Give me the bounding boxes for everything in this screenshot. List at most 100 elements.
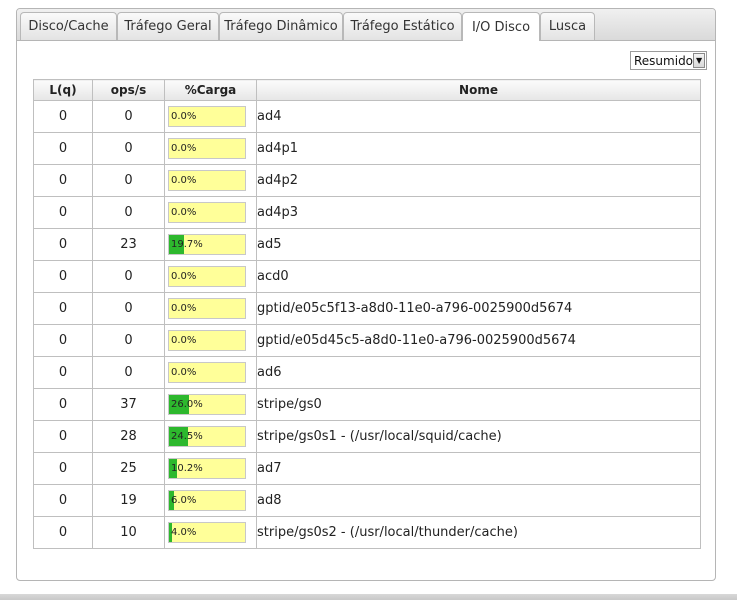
disk-io-panel: Disco/Cache Tráfego Geral Tráfego Dinâmi… [16, 8, 716, 581]
ops-per-second-cell: 19 [92, 484, 165, 517]
load-percent-label: 6.0% [171, 495, 197, 506]
queue-length-cell: 0 [33, 100, 93, 133]
table-row: 0 23 19.7% ad5 [33, 228, 701, 261]
tab-trafego-geral[interactable]: Tráfego Geral [117, 12, 219, 40]
disk-io-table: L(q) ops/s %Carga Nome 0 0 0.0% ad4 0 0 0.0% ad… [33, 79, 701, 549]
load-cell: 19.7% [164, 228, 257, 261]
ops-per-second-cell: 0 [92, 260, 165, 293]
table-row: 0 0 0.0% ad4p2 [33, 164, 701, 197]
load-bar: 0.0% [168, 298, 246, 319]
ops-per-second-cell: 25 [92, 452, 165, 485]
column-header-name[interactable]: Nome [256, 79, 701, 101]
load-bar: 0.0% [168, 362, 246, 383]
ops-per-second-cell: 0 [92, 100, 165, 133]
view-mode-value: Resumido [634, 53, 694, 68]
device-name-cell: gptid/e05c5f13-a8d0-11e0-a796-0025900d56… [256, 292, 701, 325]
tab-disco-cache[interactable]: Disco/Cache [20, 12, 117, 40]
load-cell: 6.0% [164, 484, 257, 517]
table-row: 0 0 0.0% ad4 [33, 100, 701, 133]
column-header-load[interactable]: %Carga [164, 79, 257, 101]
queue-length-cell: 0 [33, 356, 93, 389]
queue-length-cell: 0 [33, 516, 93, 549]
queue-length-cell: 0 [33, 228, 93, 261]
load-bar: 4.0% [168, 522, 246, 543]
load-percent-label: 0.0% [171, 367, 197, 378]
ops-per-second-cell: 0 [92, 196, 165, 229]
device-name-cell: stripe/gs0s2 - (/usr/local/thunder/cache… [256, 516, 701, 549]
load-bar: 26.0% [168, 394, 246, 415]
queue-length-cell: 0 [33, 324, 93, 357]
load-percent-label: 10.2% [171, 463, 203, 474]
device-name-cell: stripe/gs0 [256, 388, 701, 421]
load-percent-label: 19.7% [171, 239, 203, 250]
load-cell: 0.0% [164, 132, 257, 165]
ops-per-second-cell: 0 [92, 324, 165, 357]
load-percent-label: 4.0% [171, 527, 197, 538]
table-row: 0 0 0.0% ad4p3 [33, 196, 701, 229]
load-bar: 0.0% [168, 138, 246, 159]
load-percent-label: 26.0% [171, 399, 203, 410]
device-name-cell: ad4p1 [256, 132, 701, 165]
table-row: 0 37 26.0% stripe/gs0 [33, 388, 701, 421]
load-percent-label: 0.0% [171, 111, 197, 122]
queue-length-cell: 0 [33, 196, 93, 229]
queue-length-cell: 0 [33, 484, 93, 517]
tab-trafego-dinamico[interactable]: Tráfego Dinâmico [219, 12, 343, 40]
tab-io-disco[interactable]: I/O Disco [462, 12, 540, 41]
queue-length-cell: 0 [33, 260, 93, 293]
ops-per-second-cell: 28 [92, 420, 165, 453]
view-mode-select[interactable]: Resumido ▼ [630, 51, 707, 70]
load-cell: 0.0% [164, 356, 257, 389]
load-percent-label: 24.5% [171, 431, 203, 442]
queue-length-cell: 0 [33, 132, 93, 165]
load-cell: 4.0% [164, 516, 257, 549]
load-cell: 10.2% [164, 452, 257, 485]
ops-per-second-cell: 0 [92, 164, 165, 197]
ops-per-second-cell: 10 [92, 516, 165, 549]
column-header-lq[interactable]: L(q) [33, 79, 93, 101]
load-bar: 0.0% [168, 170, 246, 191]
queue-length-cell: 0 [33, 164, 93, 197]
load-percent-label: 0.0% [171, 335, 197, 346]
device-name-cell: ad8 [256, 484, 701, 517]
table-body: 0 0 0.0% ad4 0 0 0.0% ad4p1 0 0 0.0% ad4p2 0 0 0.0% ad4… [33, 100, 701, 549]
table-row: 0 28 24.5% stripe/gs0s1 - (/usr/local/squid… [33, 420, 701, 453]
queue-length-cell: 0 [33, 292, 93, 325]
load-bar: 24.5% [168, 426, 246, 447]
load-bar: 10.2% [168, 458, 246, 479]
table-row: 0 19 6.0% ad8 [33, 484, 701, 517]
load-cell: 0.0% [164, 260, 257, 293]
queue-length-cell: 0 [33, 420, 93, 453]
ops-per-second-cell: 0 [92, 356, 165, 389]
load-cell: 0.0% [164, 100, 257, 133]
table-header-row: L(q) ops/s %Carga Nome [33, 79, 701, 101]
device-name-cell: ad6 [256, 356, 701, 389]
ops-per-second-cell: 0 [92, 292, 165, 325]
table-row: 0 10 4.0% stripe/gs0s2 - (/usr/local/thunde… [33, 516, 701, 549]
load-bar: 6.0% [168, 490, 246, 511]
device-name-cell: stripe/gs0s1 - (/usr/local/squid/cache) [256, 420, 701, 453]
table-row: 0 0 0.0% acd0 [33, 260, 701, 293]
load-percent-label: 0.0% [171, 271, 197, 282]
queue-length-cell: 0 [33, 452, 93, 485]
tab-lusca[interactable]: Lusca [540, 12, 595, 40]
load-percent-label: 0.0% [171, 175, 197, 186]
device-name-cell: ad4p3 [256, 196, 701, 229]
table-row: 0 0 0.0% gptid/e05d45c5-a8d0-11e0-a796-0025… [33, 324, 701, 357]
tab-trafego-estatico[interactable]: Tráfego Estático [343, 12, 462, 40]
ops-per-second-cell: 23 [92, 228, 165, 261]
load-bar: 0.0% [168, 106, 246, 127]
load-percent-label: 0.0% [171, 303, 197, 314]
tab-bar: Disco/Cache Tráfego Geral Tráfego Dinâmi… [17, 9, 715, 41]
load-cell: 26.0% [164, 388, 257, 421]
queue-length-cell: 0 [33, 388, 93, 421]
table-row: 0 25 10.2% ad7 [33, 452, 701, 485]
load-bar: 19.7% [168, 234, 246, 255]
load-cell: 0.0% [164, 292, 257, 325]
load-cell: 24.5% [164, 420, 257, 453]
load-bar: 0.0% [168, 202, 246, 223]
chevron-down-icon[interactable]: ▼ [693, 53, 705, 68]
column-header-ops[interactable]: ops/s [92, 79, 165, 101]
device-name-cell: ad5 [256, 228, 701, 261]
window-bottom-edge [0, 594, 737, 600]
